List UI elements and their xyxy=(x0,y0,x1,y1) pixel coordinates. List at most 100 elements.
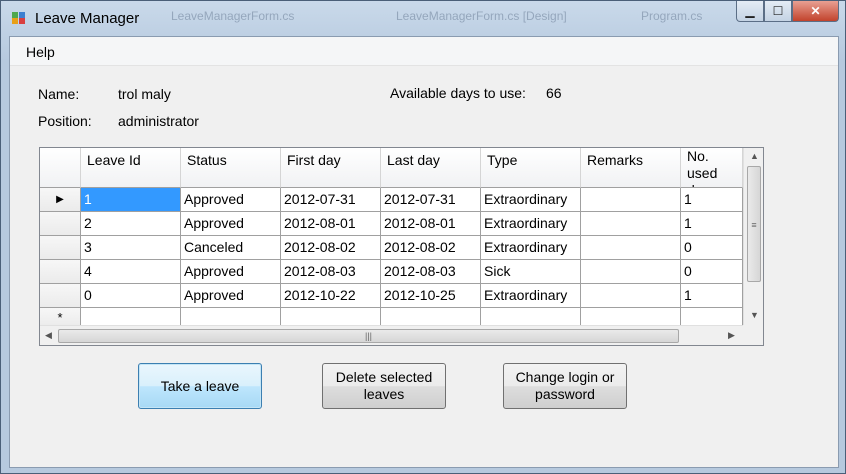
name-label: Name: xyxy=(38,86,80,102)
grid-cell[interactable]: 2012-07-31 xyxy=(281,188,381,212)
column-header-last-day[interactable]: Last day xyxy=(381,148,481,188)
grid-corner-header[interactable] xyxy=(40,148,81,188)
menu-help[interactable]: Help xyxy=(26,44,55,60)
grid-cell[interactable]: Approved xyxy=(181,260,281,284)
row-header[interactable] xyxy=(40,260,81,284)
scrollbar-corner xyxy=(743,325,763,345)
table-row[interactable]: ▶ 1 Approved 2012-07-31 2012-07-31 Extraordin… xyxy=(40,188,743,212)
title-bar[interactable]: Leave Manager LeaveManagerForm.cs LeaveM… xyxy=(1,1,845,35)
grid-cell[interactable] xyxy=(581,260,681,284)
take-leave-button[interactable]: Take a leave xyxy=(138,363,262,409)
maximize-button[interactable]: ☐ xyxy=(764,1,792,22)
take-leave-label: Take a leave xyxy=(160,377,240,394)
caption-buttons: ▁ ☐ ✕ xyxy=(736,1,839,23)
grid-cell[interactable] xyxy=(581,212,681,236)
position-label: Position: xyxy=(38,113,92,129)
grid-cell[interactable]: 0 xyxy=(81,284,181,308)
grid-cell[interactable]: Approved xyxy=(181,212,281,236)
grid-cell[interactable]: 3 xyxy=(81,236,181,260)
delete-selected-label: Delete selected leaves xyxy=(335,369,433,402)
column-header-used-days[interactable]: No. useddays xyxy=(681,148,743,188)
grid-cell[interactable]: 2012-10-25 xyxy=(381,284,481,308)
delete-selected-leaves-button[interactable]: Delete selected leaves xyxy=(322,363,446,409)
scroll-down-icon[interactable]: ▼ xyxy=(750,310,759,320)
background-tab-title: LeaveManagerForm.cs xyxy=(171,9,295,23)
current-row-icon: ▶ xyxy=(56,194,64,205)
minimize-icon: ▁ xyxy=(745,4,755,18)
grid-cell[interactable]: 2012-08-02 xyxy=(381,236,481,260)
column-header-first-day[interactable]: First day xyxy=(281,148,381,188)
column-header-leave-id[interactable]: Leave Id xyxy=(81,148,181,188)
grid-cell[interactable]: 2012-08-01 xyxy=(281,212,381,236)
grid-cell[interactable]: Sick xyxy=(481,260,581,284)
scroll-up-icon[interactable]: ▲ xyxy=(750,151,759,161)
client-area: Help Name: trol maly Position: administr… xyxy=(9,36,839,468)
grid-cell[interactable]: 0 xyxy=(681,236,743,260)
vertical-scrollbar[interactable]: ▲ ≡ ▼ xyxy=(743,148,763,325)
available-days-label: Available days to use: xyxy=(390,85,526,101)
grid-cell[interactable] xyxy=(581,236,681,260)
grid-cell[interactable]: 1 xyxy=(681,212,743,236)
row-header[interactable]: ▶ xyxy=(40,188,81,212)
grid-cell[interactable]: Extraordinary xyxy=(481,212,581,236)
column-header-label: Type xyxy=(487,152,518,168)
background-tab-title: LeaveManagerForm.cs [Design] xyxy=(396,9,567,23)
column-header-label: First day xyxy=(287,152,341,168)
table-row[interactable]: 3 Canceled 2012-08-02 2012-08-02 Extraordina… xyxy=(40,236,743,260)
column-header-remarks[interactable]: Remarks xyxy=(581,148,681,188)
grid-cell[interactable]: Approved xyxy=(181,188,281,212)
change-login-label: Change login or password xyxy=(515,369,615,402)
app-icon xyxy=(12,12,25,24)
grid-cell[interactable] xyxy=(581,284,681,308)
grid-cell[interactable]: 2012-08-03 xyxy=(381,260,481,284)
grid-cell[interactable]: Extraordinary xyxy=(481,236,581,260)
minimize-button[interactable]: ▁ xyxy=(736,1,764,22)
window-title: Leave Manager xyxy=(35,10,140,27)
grid-cell[interactable]: 2012-08-01 xyxy=(381,212,481,236)
grid-cell[interactable]: 2012-10-22 xyxy=(281,284,381,308)
row-header[interactable] xyxy=(40,212,81,236)
grid-cell[interactable]: 1 xyxy=(81,188,181,212)
grid-cell[interactable]: Extraordinary xyxy=(481,284,581,308)
column-header-label: Leave Id xyxy=(87,152,141,168)
column-header-label: No. used xyxy=(687,148,718,181)
change-login-button[interactable]: Change login or password xyxy=(503,363,627,409)
grid-cell[interactable]: 0 xyxy=(681,260,743,284)
position-value: administrator xyxy=(118,113,199,129)
horizontal-scroll-thumb[interactable]: ||| xyxy=(58,329,679,343)
close-button[interactable]: ✕ xyxy=(792,1,839,22)
menu-bar: Help xyxy=(10,37,838,66)
scroll-left-icon[interactable]: ◀ xyxy=(45,330,52,341)
table-row[interactable]: 2 Approved 2012-08-01 2012-08-01 Extraordina… xyxy=(40,212,743,236)
background-tab-title: Program.cs xyxy=(641,9,703,23)
grid-cell[interactable]: 1 xyxy=(681,284,743,308)
app-window: Leave Manager LeaveManagerForm.cs LeaveM… xyxy=(0,0,846,474)
maximize-icon: ☐ xyxy=(772,4,784,18)
close-icon: ✕ xyxy=(810,4,821,18)
grid-cell[interactable]: 4 xyxy=(81,260,181,284)
grid-cell[interactable]: Approved xyxy=(181,284,281,308)
vertical-scroll-thumb[interactable]: ≡ xyxy=(747,166,761,282)
name-value: trol maly xyxy=(118,86,171,102)
column-header-label: Last day xyxy=(387,152,440,168)
column-header-type[interactable]: Type xyxy=(481,148,581,188)
grid-cell[interactable]: 2012-07-31 xyxy=(381,188,481,212)
grid-cell[interactable]: Extraordinary xyxy=(481,188,581,212)
grid-cell[interactable]: 2 xyxy=(81,212,181,236)
table-row[interactable]: 4 Approved 2012-08-03 2012-08-03 Sick 0 xyxy=(40,260,743,284)
grid-cell[interactable]: 2012-08-03 xyxy=(281,260,381,284)
scroll-right-icon[interactable]: ▶ xyxy=(728,330,735,341)
column-header-status[interactable]: Status xyxy=(181,148,281,188)
available-days-value: 66 xyxy=(546,85,562,101)
row-header[interactable] xyxy=(40,284,81,308)
grid-cell[interactable]: 2012-08-02 xyxy=(281,236,381,260)
row-header[interactable] xyxy=(40,236,81,260)
horizontal-scrollbar[interactable]: ◀ ||| ▶ xyxy=(40,325,743,345)
grid-cell[interactable]: Canceled xyxy=(181,236,281,260)
grid-cell[interactable]: 1 xyxy=(681,188,743,212)
column-header-label: Remarks xyxy=(587,152,644,168)
table-row[interactable]: 0 Approved 2012-10-22 2012-10-25 Extraordina… xyxy=(40,284,743,308)
column-header-label: Status xyxy=(187,152,227,168)
grid-cell[interactable] xyxy=(581,188,681,212)
leaves-grid[interactable]: Leave Id Status First day Last day Type … xyxy=(39,147,764,346)
